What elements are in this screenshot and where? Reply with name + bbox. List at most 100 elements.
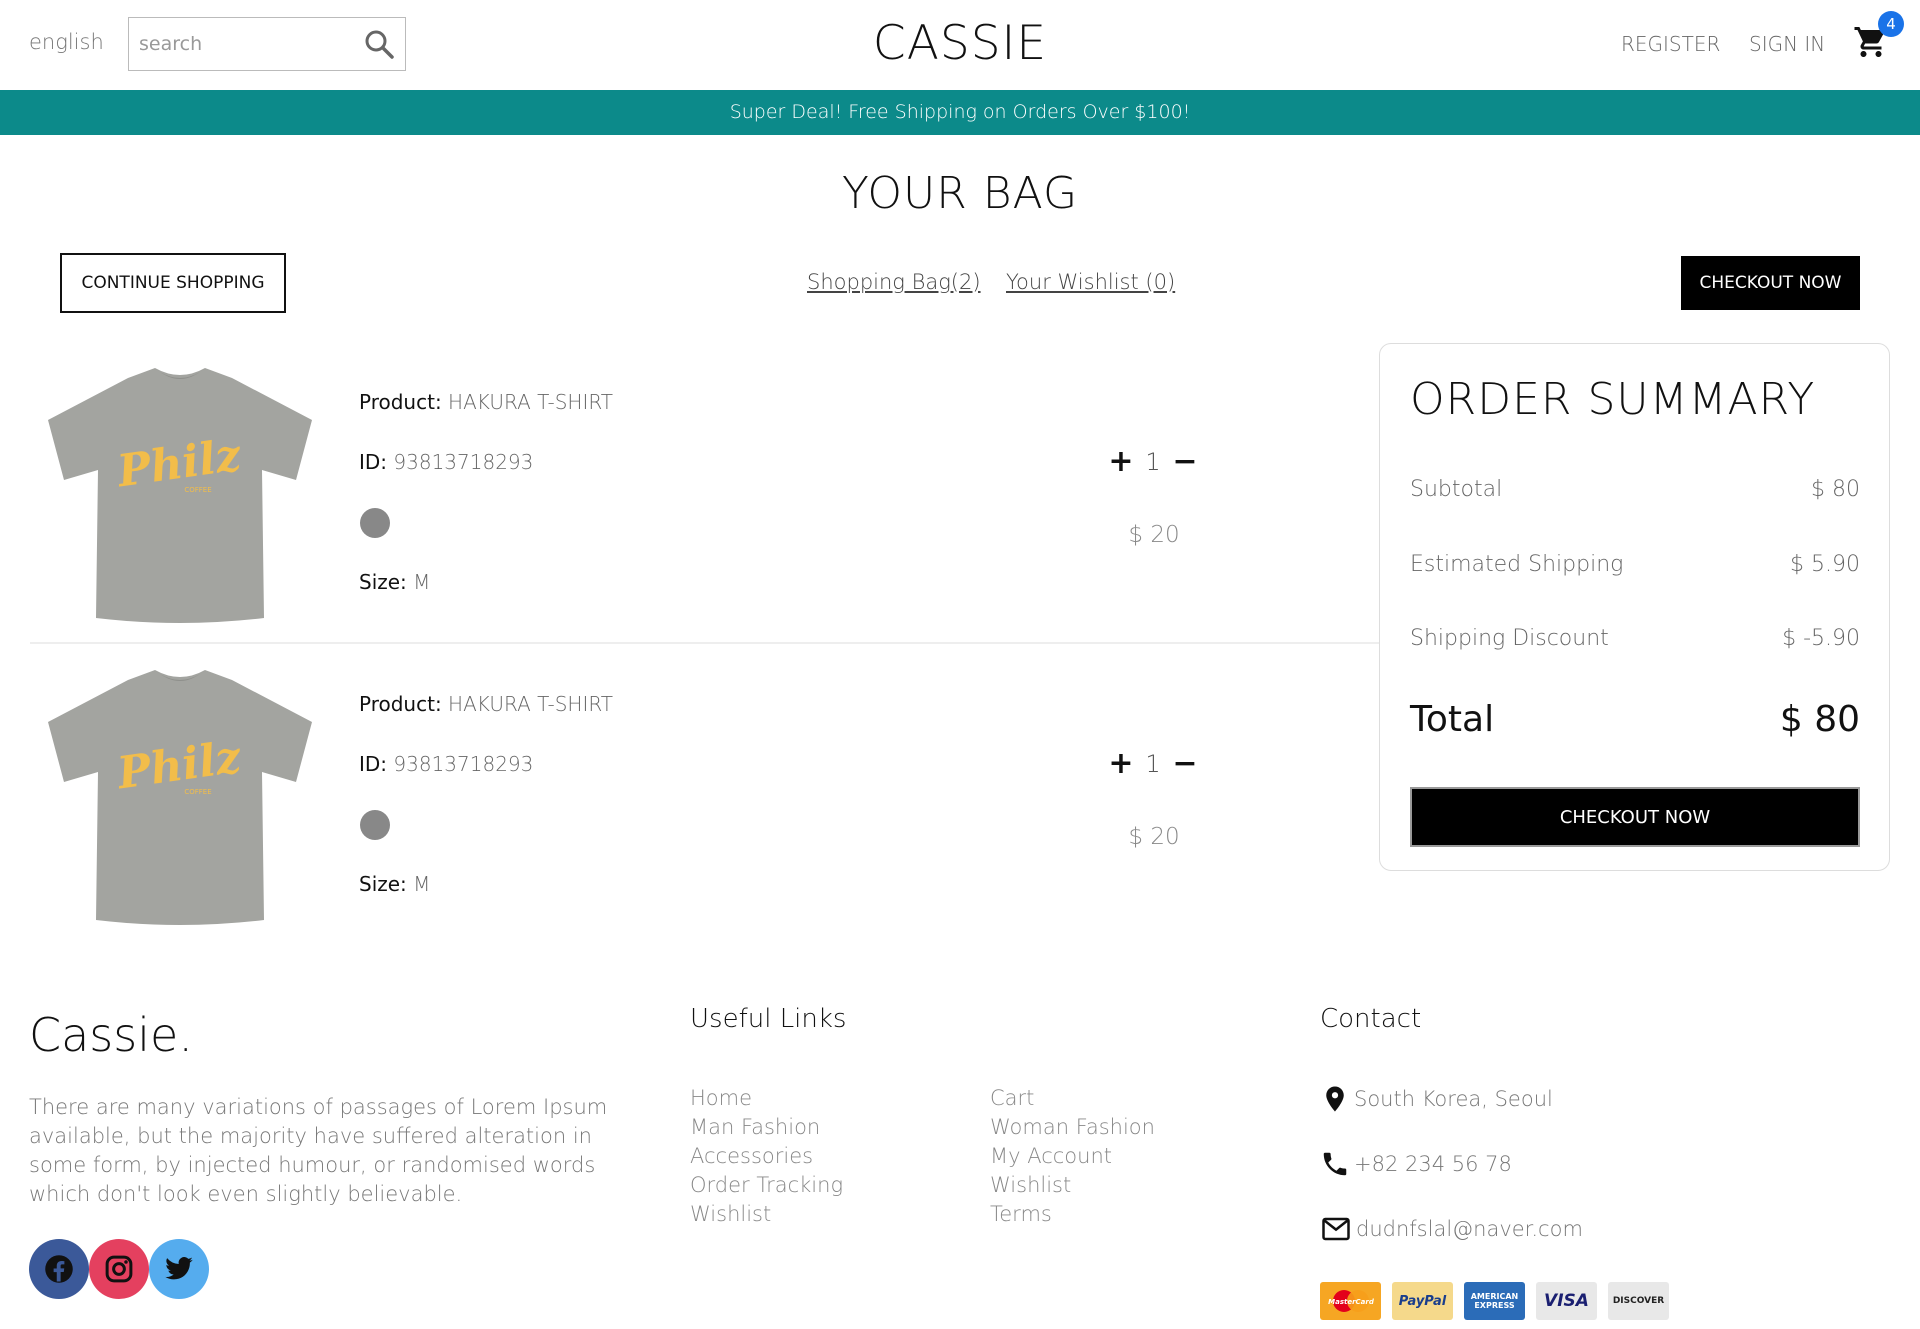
product-id-label: ID:	[359, 450, 388, 474]
quantity-stepper: + 1 −	[1108, 445, 1198, 479]
decrease-quantity-button[interactable]: −	[1172, 447, 1198, 477]
product-price: $ 20	[1128, 824, 1180, 850]
instagram-button[interactable]	[89, 1239, 149, 1299]
decrease-quantity-button[interactable]: −	[1172, 749, 1198, 779]
svg-text:COFFEE: COFFEE	[184, 788, 211, 796]
footer-link-terms[interactable]: Terms	[990, 1200, 1155, 1229]
sign-in-link[interactable]: SIGN IN	[1749, 32, 1825, 56]
mastercard-label: MasterCard	[1328, 1298, 1375, 1306]
footer-link-my-account[interactable]: My Account	[990, 1142, 1155, 1171]
facebook-button[interactable]	[29, 1239, 89, 1299]
shipping-discount-label: Shipping Discount	[1410, 626, 1609, 651]
product-name: HAKURA T-SHIRT	[448, 692, 613, 716]
product-image: Philz COFFEE	[48, 670, 312, 925]
cart-item: Philz COFFEE Product: HAKURA T-SHIRT ID:…	[0, 647, 1380, 947]
footer-link-cart[interactable]: Cart	[990, 1084, 1155, 1113]
footer-link-order-tracking[interactable]: Order Tracking	[690, 1171, 843, 1200]
cart-count-badge: 4	[1878, 11, 1904, 37]
order-summary-title: ORDER SUMMARY	[1410, 374, 1816, 425]
product-id-label: ID:	[359, 752, 388, 776]
product-name-line: Product: HAKURA T-SHIRT	[359, 692, 613, 716]
product-image: Philz COFFEE	[48, 368, 312, 623]
total-label: Total	[1410, 699, 1495, 740]
useful-links-column-1: Home Man Fashion Accessories Order Track…	[690, 1084, 843, 1229]
product-size-line: Size: M	[359, 570, 430, 594]
order-summary-panel: ORDER SUMMARY Subtotal $ 80 Estimated Sh…	[1379, 343, 1890, 871]
total-value: $ 80	[1779, 699, 1860, 740]
footer-link-woman-fashion[interactable]: Woman Fashion	[990, 1113, 1155, 1142]
product-label: Product:	[359, 390, 442, 414]
contact-address: South Korea, Seoul	[1320, 1082, 1553, 1116]
instagram-icon	[105, 1255, 133, 1283]
product-price: $ 20	[1128, 522, 1180, 548]
summary-checkout-button[interactable]: CHECKOUT NOW	[1410, 787, 1860, 847]
product-color-swatch	[360, 810, 390, 840]
checkout-now-button[interactable]: CHECKOUT NOW	[1681, 256, 1860, 310]
continue-shopping-button[interactable]: CONTINUE SHOPPING	[60, 253, 286, 313]
cart-item: Philz COFFEE Product: HAKURA T-SHIRT ID:…	[0, 345, 1380, 645]
facebook-icon	[45, 1255, 73, 1283]
product-size: M	[413, 570, 431, 594]
shipping-discount-value: $ -5.90	[1782, 626, 1860, 651]
footer-logo[interactable]: Cassie.	[29, 1008, 193, 1062]
paypal-icon: PayPal	[1392, 1282, 1453, 1320]
increase-quantity-button[interactable]: +	[1108, 749, 1134, 779]
contact-title: Contact	[1320, 1004, 1422, 1034]
payment-methods: MasterCard PayPal AMERICAN EXPRESS VISA …	[1320, 1282, 1669, 1320]
product-size: M	[413, 872, 431, 896]
shipping-label: Estimated Shipping	[1410, 552, 1624, 577]
footer-link-wishlist-2[interactable]: Wishlist	[990, 1171, 1155, 1200]
product-size-label: Size:	[359, 570, 407, 594]
useful-links-column-2: Cart Woman Fashion My Account Wishlist T…	[990, 1084, 1155, 1229]
phone-icon	[1323, 1152, 1347, 1176]
twitter-button[interactable]	[149, 1239, 209, 1299]
product-id: 93813718293	[393, 450, 534, 474]
shopping-bag-tab[interactable]: Shopping Bag(2)	[807, 270, 981, 294]
shipping-discount-row: Shipping Discount $ -5.90	[1410, 626, 1860, 651]
mastercard-icon: MasterCard	[1320, 1282, 1381, 1320]
subtotal-label: Subtotal	[1410, 477, 1503, 502]
footer-link-wishlist[interactable]: Wishlist	[690, 1200, 843, 1229]
product-color-swatch	[360, 508, 390, 538]
amex-icon: AMERICAN EXPRESS	[1464, 1282, 1525, 1320]
product-id-line: ID: 93813718293	[359, 450, 533, 474]
wishlist-tab[interactable]: Your Wishlist (0)	[1006, 270, 1175, 294]
location-pin-icon	[1326, 1086, 1344, 1112]
product-id: 93813718293	[393, 752, 534, 776]
page-title: YOUR BAG	[841, 168, 1079, 219]
product-label: Product:	[359, 692, 442, 716]
footer-link-man-fashion[interactable]: Man Fashion	[690, 1113, 843, 1142]
product-size-line: Size: M	[359, 872, 430, 896]
contact-email: dudnfslal@naver.com	[1320, 1214, 1583, 1244]
promo-banner: Super Deal! Free Shipping on Orders Over…	[0, 90, 1920, 135]
quantity-value: 1	[1145, 750, 1161, 778]
address-text: South Korea, Seoul	[1354, 1087, 1553, 1111]
shipping-value: $ 5.90	[1790, 552, 1860, 577]
twitter-icon	[165, 1257, 193, 1280]
product-id-line: ID: 93813718293	[359, 752, 533, 776]
svg-text:COFFEE: COFFEE	[184, 486, 211, 494]
header: english CASSIE REGISTER SIGN IN 4	[0, 0, 1920, 90]
shipping-row: Estimated Shipping $ 5.90	[1410, 552, 1860, 577]
quantity-value: 1	[1145, 448, 1161, 476]
discover-icon: DISCOVER	[1608, 1282, 1669, 1320]
register-link[interactable]: REGISTER	[1621, 32, 1720, 56]
quantity-stepper: + 1 −	[1108, 747, 1198, 781]
email-text: dudnfslal@naver.com	[1356, 1217, 1583, 1241]
mail-icon	[1322, 1217, 1350, 1241]
footer-description: There are many variations of passages of…	[29, 1095, 608, 1206]
product-size-label: Size:	[359, 872, 407, 896]
product-name-line: Product: HAKURA T-SHIRT	[359, 390, 613, 414]
footer-link-accessories[interactable]: Accessories	[690, 1142, 843, 1171]
product-name: HAKURA T-SHIRT	[448, 390, 613, 414]
useful-links-title: Useful Links	[690, 1004, 847, 1034]
phone-text: +82 234 56 78	[1354, 1152, 1512, 1176]
increase-quantity-button[interactable]: +	[1108, 447, 1134, 477]
contact-phone: +82 234 56 78	[1320, 1148, 1512, 1180]
visa-icon: VISA	[1536, 1282, 1597, 1320]
subtotal-value: $ 80	[1811, 477, 1860, 502]
item-divider	[30, 642, 1380, 644]
total-row: Total $ 80	[1410, 699, 1860, 740]
subtotal-row: Subtotal $ 80	[1410, 477, 1860, 502]
footer-link-home[interactable]: Home	[690, 1084, 843, 1113]
